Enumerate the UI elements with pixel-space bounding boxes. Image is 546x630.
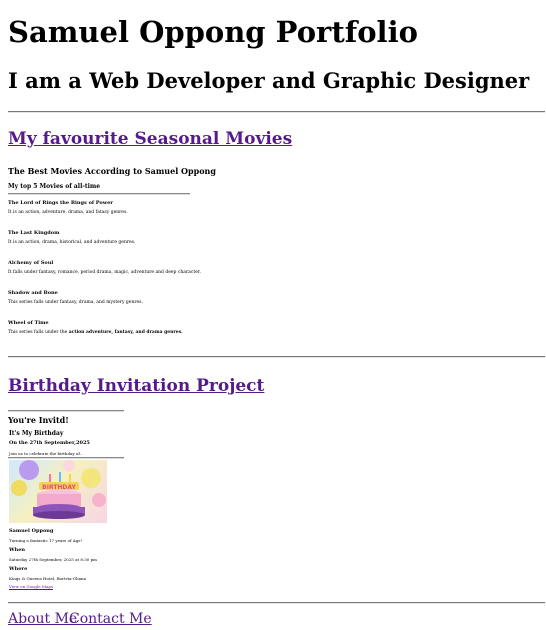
page-subtitle: I am a Web Developer and Graphic Designe…: [8, 68, 530, 93]
movie-description: It falls under fantasy, romance, period …: [8, 270, 201, 275]
join-text: Join us to celebrate the birthday of..: [9, 451, 83, 456]
movies-heading: The Best Movies According to Samuel Oppo…: [8, 166, 216, 176]
host-name: Samuel Oppong: [9, 528, 54, 534]
movies-divider: [8, 193, 190, 195]
movie-title: Wheel of Time: [8, 320, 49, 326]
movies-subheading: My top 5 Movies of all-time: [8, 183, 101, 190]
turning-text: Turning a fantastic 17 years of Age!: [9, 538, 83, 543]
cake-text: BIRTHDAY: [42, 484, 76, 491]
divider: [8, 356, 545, 358]
movie-description: This series falls under fantasy, drama, …: [8, 300, 143, 305]
birthday-cake-image: BIRTHDAY: [9, 460, 107, 523]
invite-top-divider: [8, 410, 124, 412]
movie-title: Alchemy of Soul: [8, 260, 54, 266]
movie-title: The Last Kingdom: [8, 230, 60, 236]
where-value: Kings & Queens Hotel, Bortvia-Ghana: [9, 576, 87, 581]
when-value: Saturday 27th September, 2025 at 8:30 pm: [9, 557, 97, 562]
page-title: Samuel Oppong Portfolio: [8, 15, 418, 49]
movie-description: This series falls under the action adven…: [8, 330, 183, 336]
invite-title: You're Invitd!: [8, 415, 69, 425]
birthday-cake-illustration: BIRTHDAY: [11, 460, 106, 519]
divider: [8, 602, 545, 604]
movie-title: Shadow and Bone: [8, 290, 58, 296]
invite-divider: [8, 457, 124, 459]
divider: [8, 111, 545, 113]
movie-title: The Lord of Rings the Rings of Power: [8, 200, 113, 206]
birthday-date: On the 27th September,2025: [9, 440, 90, 446]
movie-description-text: This series falls under the: [8, 330, 69, 335]
where-label: Where: [9, 566, 28, 572]
google-maps-link[interactable]: View on Google Maps: [9, 583, 53, 590]
about-me-link[interactable]: About Me: [8, 610, 77, 628]
when-label: When: [9, 547, 26, 553]
movie-description: It is an action, adventure, drama, and f…: [8, 210, 128, 215]
birthday-section-link[interactable]: Birthday Invitation Project: [8, 375, 264, 397]
movies-section-link[interactable]: My favourite Seasonal Movies: [8, 128, 292, 150]
movie-description-bold: action adventure, fantasy, and drama gen…: [68, 330, 183, 335]
movie-description: It is an action, drama, historical, and …: [8, 240, 136, 245]
contact-me-link[interactable]: Contact Me: [69, 610, 152, 628]
birthday-heading: It's My Birthday: [9, 430, 64, 437]
